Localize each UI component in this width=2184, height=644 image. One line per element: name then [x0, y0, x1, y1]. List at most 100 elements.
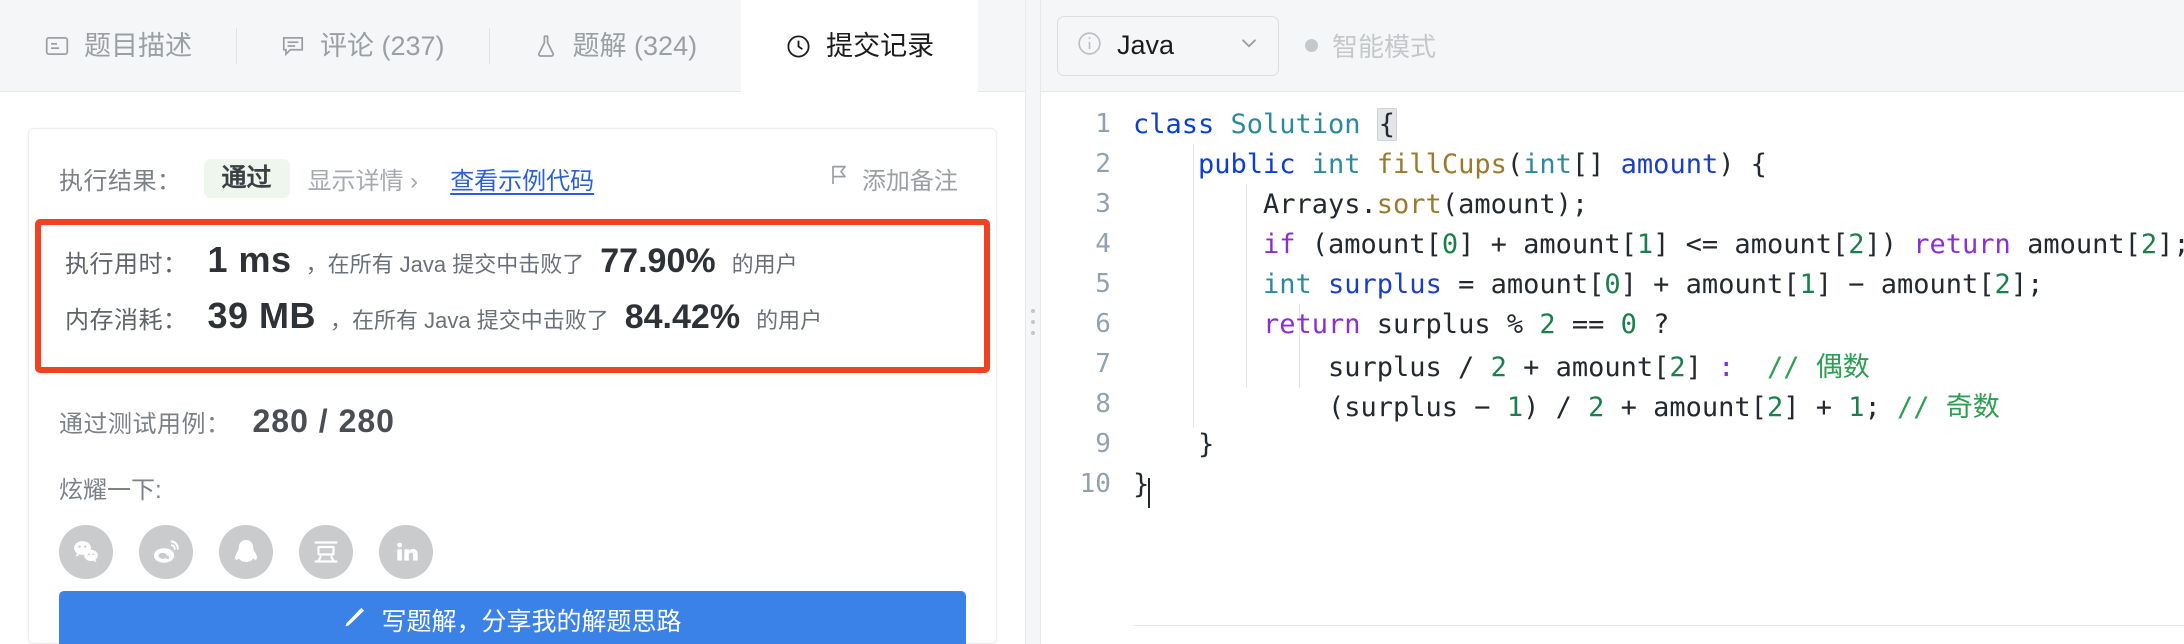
smart-mode-toggle[interactable]: 智能模式 [1304, 27, 1436, 64]
chevron-down-icon [1236, 30, 1262, 61]
code-line: 9 } [1041, 424, 2184, 464]
memory-percentile: 84.42% [624, 298, 741, 336]
tab-comments-label: 评论 (237) [320, 30, 445, 61]
tab-bar: 题目描述 评论 (237) 题解 (324) 提交记录 [0, 0, 1025, 93]
code-line: 4 if (amount[0] + amount[1] <= amount[2]… [1041, 224, 2184, 264]
line-number: 3 [1095, 189, 1111, 219]
code-token: } [1132, 468, 1150, 500]
write-solution-label: 写题解，分享我的解题思路 [381, 608, 682, 636]
line-number: 5 [1095, 269, 1111, 299]
view-sample-code-link[interactable]: 查看示例代码 [450, 161, 594, 196]
code-token: 2 [1490, 351, 1507, 383]
memory-tail-text: 的用户 [756, 308, 823, 333]
execution-result-row: 执行结果： 通过 显示详情 › 查看示例代码 添加备注 [59, 155, 966, 201]
code-token: = amount[ [1441, 268, 1605, 300]
smart-mode-dot-icon [1304, 39, 1318, 52]
flask-icon [533, 33, 559, 59]
text-cursor [1147, 478, 1150, 508]
qq-icon[interactable] [219, 525, 273, 579]
code-token: } [1132, 428, 1215, 460]
code-token: public [1197, 148, 1312, 180]
code-token: == [1555, 308, 1621, 340]
runtime-tail-text: 的用户 [731, 252, 798, 277]
line-number: 6 [1095, 309, 1111, 339]
code-token: surplus [1328, 268, 1442, 300]
line-number: 2 [1095, 149, 1111, 179]
code-text: public int fillCups(int[] amount) { [1133, 149, 2184, 180]
code-token: 2 [2140, 228, 2158, 260]
code-token: ] + [1783, 391, 1849, 423]
results-card: 执行结果： 通过 显示详情 › 查看示例代码 添加备注 执行用时： 1 ms ，… [28, 128, 997, 644]
code-token: ] − amount[ [1815, 268, 1995, 300]
code-token: . [1360, 188, 1377, 220]
code-token: // 奇数 [1897, 391, 2000, 423]
tab-solutions[interactable]: 题解 (324) [488, 0, 742, 92]
code-text: class Solution { [1133, 107, 2184, 141]
code-token: ] <= amount[ [1653, 228, 1849, 260]
code-text: surplus / 2 + amount[2] : // 偶数 [1133, 345, 2184, 384]
linkedin-icon[interactable] [379, 525, 433, 579]
testcases-value: 280 / 280 [252, 403, 395, 439]
code-token: if [1262, 228, 1296, 260]
code-line: 5 int surplus = amount[0] + amount[1] − … [1041, 264, 2184, 304]
code-token: 2 [1539, 308, 1556, 340]
memory-mid-text: ，在所有 Java 提交中击败了 [330, 308, 609, 333]
tab-submissions[interactable]: 提交记录 [741, 0, 979, 93]
code-token: 2 [1669, 351, 1686, 383]
code-line: 7 surplus / 2 + amount[2] : // 偶数 [1041, 344, 2184, 384]
status-badge: 通过 [203, 158, 290, 198]
show-details-link[interactable]: 显示详情 › [308, 161, 419, 196]
weibo-icon[interactable] [139, 525, 193, 579]
memory-value: 39 MB [207, 295, 317, 336]
line-number: 9 [1095, 429, 1111, 459]
code-token: 1 [1636, 228, 1654, 260]
tab-description[interactable]: 题目描述 [0, 0, 236, 92]
language-selector[interactable]: Java [1056, 15, 1279, 76]
runtime-percentile: 77.90% [600, 242, 716, 280]
code-token: { [1376, 107, 1398, 141]
line-number: 4 [1095, 229, 1111, 259]
line-number: 7 [1095, 349, 1111, 379]
code-token: fillCups [1376, 148, 1507, 180]
add-note-label: 添加备注 [861, 167, 958, 195]
share-label: 炫耀一下: [59, 477, 162, 504]
code-editor[interactable]: 1 class Solution { 2 public int fillCups(i… [1040, 92, 2184, 644]
tab-comments[interactable]: 评论 (237) [236, 0, 489, 92]
code-token: sort [1376, 188, 1442, 220]
editor-bottom-rule [1132, 625, 2184, 626]
smart-mode-label: 智能模式 [1331, 32, 1436, 62]
submission-result-page: 题目描述 评论 (237) 题解 (324) 提交记录 执行结果： 通过 显示详… [0, 0, 2184, 644]
code-text: return surplus % 2 == 0 ? [1133, 309, 2184, 340]
code-token: amount[ [2010, 228, 2141, 260]
code-token: ] + amount[ [1620, 268, 1800, 300]
wechat-icon[interactable] [59, 525, 113, 579]
add-note-button[interactable]: 添加备注 [828, 161, 966, 196]
code-token: ] [1685, 351, 1719, 383]
code-token: return [1913, 228, 2011, 260]
memory-row: 内存消耗： 39 MB ，在所有 Java 提交中击败了 84.42% 的用户 [65, 295, 960, 351]
code-token: ]; [2157, 228, 2184, 260]
code-token: + amount[ [1506, 351, 1670, 383]
performance-stats-box: 执行用时： 1 ms ，在所有 Java 提交中击败了 77.90% 的用户 内… [35, 219, 990, 373]
code-token: 2 [1588, 391, 1605, 423]
code-token: Arrays [1132, 188, 1361, 220]
code-token: surplus / [1132, 351, 1491, 383]
divider-grip-icon [1030, 309, 1035, 335]
code-token: + amount[ [1604, 391, 1767, 423]
pane-divider[interactable] [1024, 0, 1041, 644]
description-icon [44, 33, 70, 59]
write-solution-button[interactable]: 写题解，分享我的解题思路 [59, 591, 966, 644]
code-token: 2 [1994, 268, 2011, 300]
testcases-label: 通过测试用例： [59, 411, 231, 438]
douban-icon[interactable] [299, 525, 353, 579]
code-text: Arrays.sort(amount); [1133, 189, 2184, 220]
code-token: int [1523, 148, 1572, 180]
code-token: 0 [1441, 228, 1459, 260]
code-token: surplus % [1360, 308, 1540, 340]
testcases-row: 通过测试用例： 280 / 280 [59, 403, 966, 440]
runtime-mid-text: ，在所有 Java 提交中击败了 [305, 252, 585, 277]
code-text: } [1133, 469, 2184, 500]
memory-label: 内存消耗： [65, 307, 188, 334]
